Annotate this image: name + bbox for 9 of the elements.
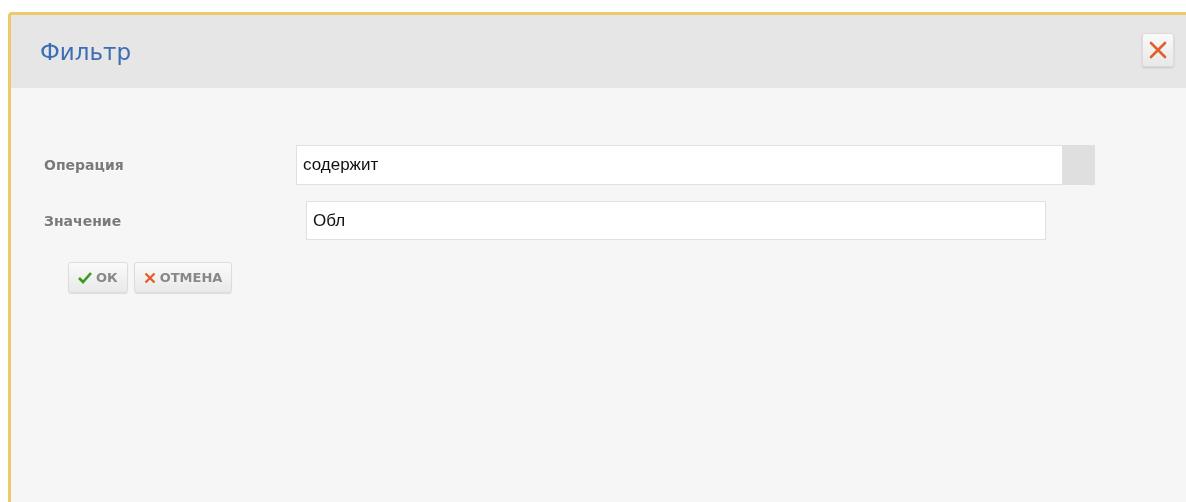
check-icon [78,271,92,284]
close-button[interactable] [1142,32,1174,67]
operation-field[interactable]: содержит [296,145,1063,185]
close-icon [143,271,156,284]
field-label: Значение [44,212,123,229]
field-label: Операция [44,157,125,173]
close-icon [1149,40,1167,59]
value-field[interactable]: Обл [306,201,1046,240]
dialog-title: Фильтр [40,38,131,65]
